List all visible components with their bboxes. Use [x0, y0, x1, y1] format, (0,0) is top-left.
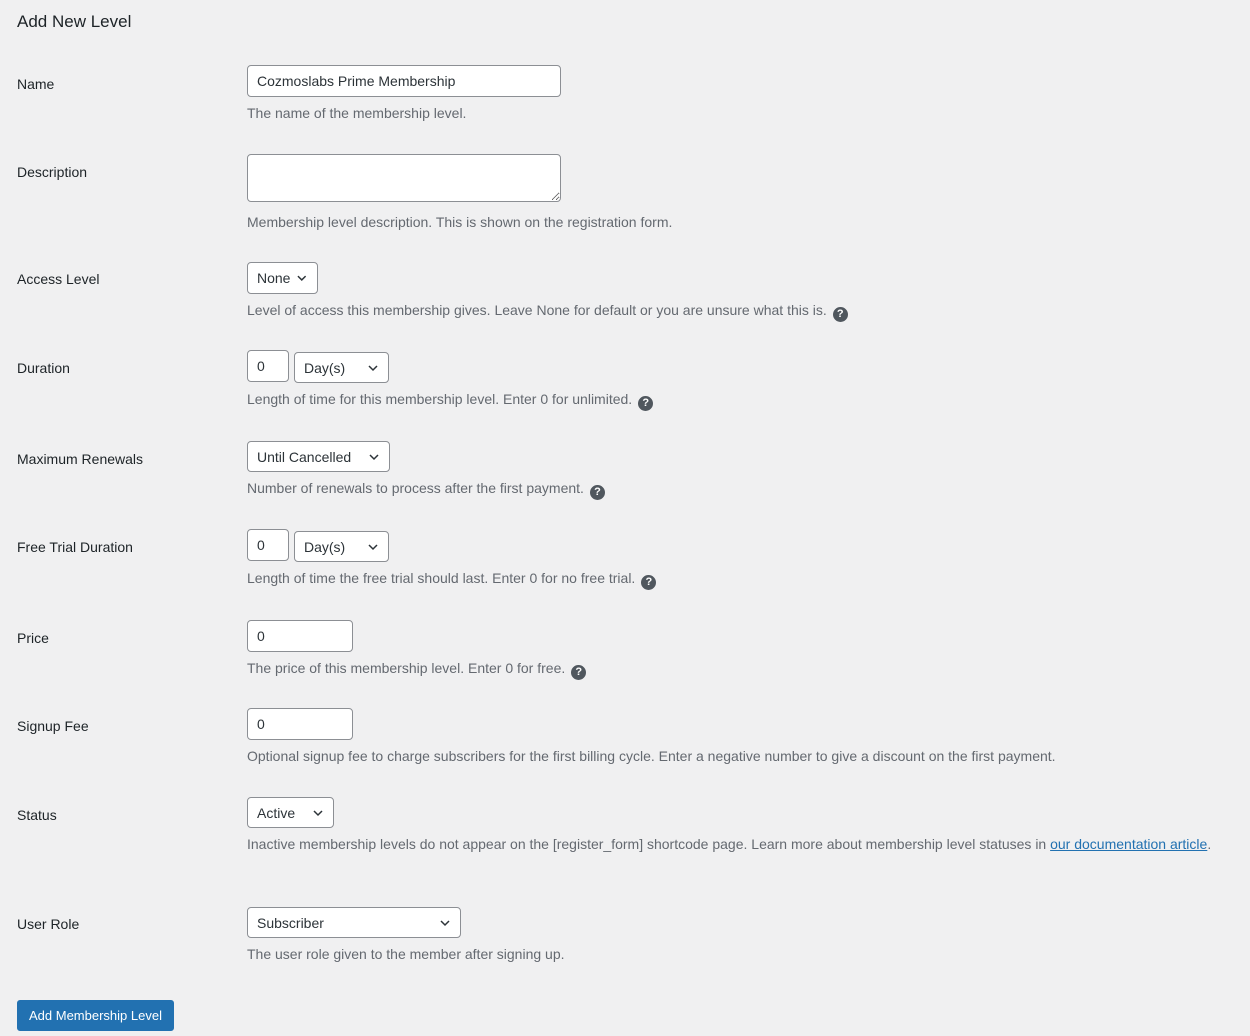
user-role-description: The user role given to the member after … — [247, 946, 565, 962]
free-trial-unit-select[interactable]: Day(s) — [294, 531, 389, 562]
max-renewals-description: Number of renewals to process after the … — [247, 478, 605, 500]
name-description: The name of the membership level. — [247, 105, 467, 121]
max-renewals-label: Maximum Renewals — [17, 451, 144, 467]
help-icon[interactable]: ? — [571, 665, 587, 680]
description-label: Description — [17, 164, 88, 180]
user-role-select[interactable]: Subscriber — [247, 907, 461, 938]
duration-unit-select[interactable]: Day(s) — [294, 352, 389, 383]
name-input[interactable] — [247, 65, 561, 97]
signup-fee-description: Optional signup fee to charge subscriber… — [247, 748, 1056, 764]
price-description: The price of this membership level. Ente… — [247, 658, 587, 680]
status-description: Inactive membership levels do not appear… — [247, 836, 1212, 852]
help-icon[interactable]: ? — [638, 396, 654, 411]
free-trial-unit-value: Day(s) — [304, 538, 346, 555]
documentation-link[interactable]: our documentation article — [1050, 836, 1207, 852]
max-renewals-value: Until Cancelled — [257, 448, 352, 465]
access-level-value: None — [257, 270, 291, 286]
free-trial-description: Length of time the free trial should las… — [247, 568, 657, 590]
chevron-down-icon — [297, 275, 307, 281]
add-membership-level-button[interactable]: Add Membership Level — [17, 1000, 174, 1031]
access-level-label: Access Level — [17, 271, 100, 287]
status-select[interactable]: Active — [247, 797, 334, 828]
free-trial-label: Free Trial Duration — [17, 539, 133, 555]
signup-fee-label: Signup Fee — [17, 718, 89, 734]
description-description: Membership level description. This is sh… — [247, 214, 673, 230]
access-level-description: Level of access this membership gives. L… — [247, 300, 848, 322]
price-label: Price — [17, 630, 49, 646]
name-label: Name — [17, 76, 55, 92]
chevron-down-icon — [440, 919, 450, 926]
page-title: Add New Level — [17, 12, 132, 31]
price-input[interactable] — [247, 620, 353, 652]
chevron-down-icon — [368, 364, 378, 371]
chevron-down-icon — [369, 453, 379, 460]
chevron-down-icon — [368, 543, 378, 550]
duration-description: Length of time for this membership level… — [247, 389, 654, 411]
user-role-value: Subscriber — [257, 914, 324, 931]
free-trial-input[interactable] — [247, 529, 289, 561]
help-icon[interactable]: ? — [641, 575, 657, 590]
max-renewals-select[interactable]: Until Cancelled — [247, 441, 390, 472]
access-level-select[interactable]: None — [247, 262, 318, 294]
duration-label: Duration — [17, 360, 70, 376]
status-value: Active — [257, 804, 296, 821]
help-icon[interactable]: ? — [589, 485, 605, 500]
signup-fee-input[interactable] — [247, 708, 353, 740]
status-label: Status — [17, 807, 57, 823]
duration-input[interactable] — [247, 350, 289, 382]
help-icon[interactable]: ? — [832, 307, 848, 322]
user-role-label: User Role — [17, 916, 80, 932]
description-textarea[interactable] — [247, 154, 561, 202]
duration-unit-value: Day(s) — [304, 359, 346, 376]
chevron-down-icon — [313, 809, 323, 816]
